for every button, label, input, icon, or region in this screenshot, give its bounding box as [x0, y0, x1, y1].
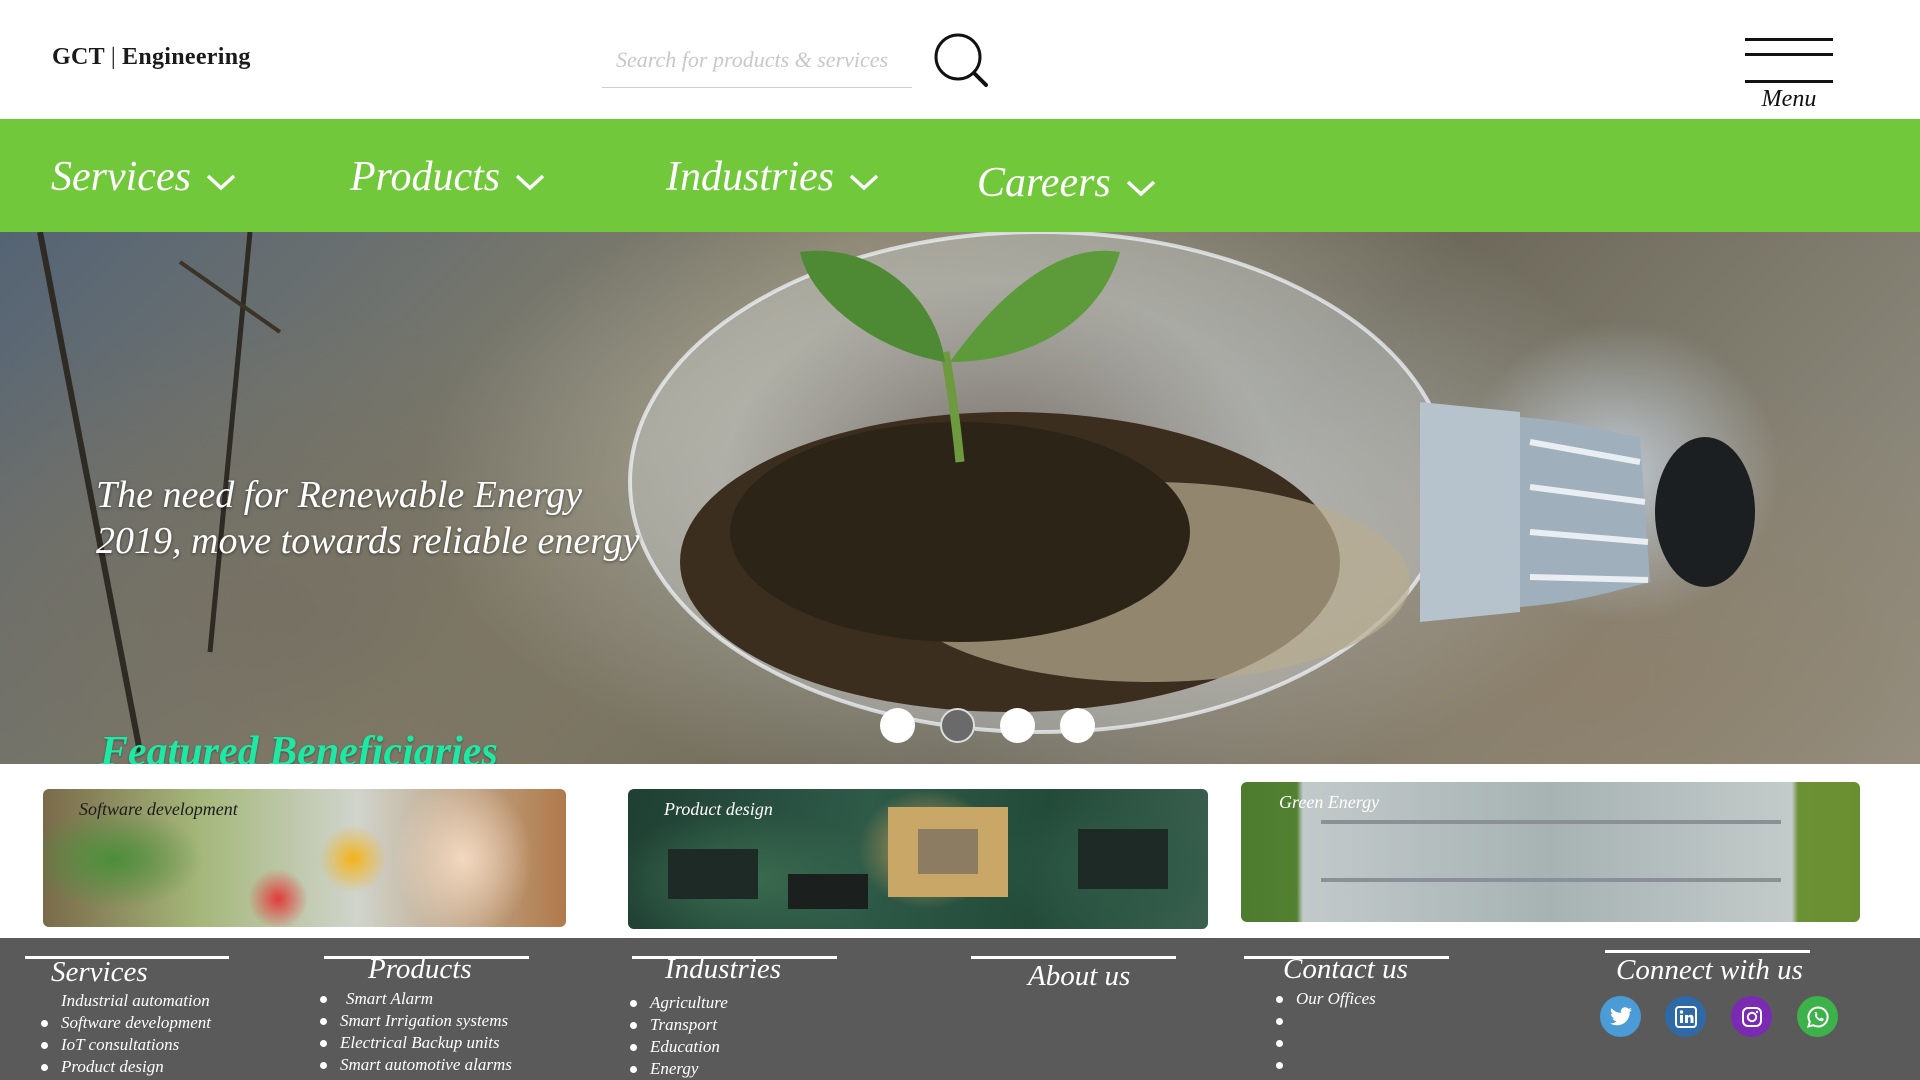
instagram-button[interactable]: [1731, 996, 1772, 1037]
logo-text-gct: GCT: [52, 44, 105, 70]
carousel-dot-1[interactable]: [880, 708, 915, 743]
footer-heading-about[interactable]: About us: [1028, 960, 1130, 993]
chevron-down-icon: [515, 174, 545, 191]
footer-link[interactable]: Energy: [630, 1058, 728, 1080]
chevron-down-icon: [1126, 180, 1155, 197]
footer-link[interactable]: Smart Alarm: [320, 988, 512, 1010]
footer-link[interactable]: Transport: [630, 1014, 728, 1036]
nav-item-products[interactable]: Products: [350, 153, 546, 201]
search-input[interactable]: [602, 38, 912, 82]
nav-item-label: Careers: [977, 160, 1111, 206]
linkedin-button[interactable]: [1665, 996, 1706, 1037]
footer-heading-industries[interactable]: Industries: [665, 953, 781, 986]
footer-link[interactable]: Product design: [41, 1056, 211, 1078]
site-logo[interactable]: GCT | Engineering: [52, 44, 251, 71]
footer-contact-list: Our Offices: [1276, 988, 1376, 1010]
search-icon: [934, 33, 988, 87]
page: GCT|Engineering Menu Services Products: [0, 0, 1920, 1080]
hero-headline: The need for Renewable Energy 2019, move…: [96, 472, 640, 564]
featured-beneficiaries-title: Featured Beneficiaries: [100, 729, 498, 764]
footer-link[interactable]: Agriculture: [630, 992, 728, 1014]
footer-link[interactable]: Education: [630, 1036, 728, 1058]
footer-heading-products[interactable]: Products: [368, 953, 472, 986]
site-footer: Services Industrial automation Software …: [0, 938, 1920, 1080]
footer-link[interactable]: Electrical Backup units: [320, 1032, 512, 1054]
footer-link[interactable]: Our Offices: [1276, 988, 1376, 1010]
search-box: [602, 38, 912, 88]
empty-bullet: [1276, 1018, 1283, 1025]
footer-link[interactable]: Industrial automation: [61, 990, 211, 1012]
footer-heading-connect: Connect with us: [1616, 954, 1803, 986]
card-label: Green Energy: [1279, 792, 1380, 812]
footer-divider: [971, 956, 1176, 959]
footer-link[interactable]: Smart Irrigation systems: [320, 1010, 512, 1032]
chevron-down-icon: [849, 174, 879, 191]
card-label: Software development: [79, 799, 238, 819]
linkedin-icon: [1674, 1005, 1697, 1028]
logo-text-engineering: Engineering: [122, 44, 251, 70]
card-software-development[interactable]: Software development: [43, 789, 566, 927]
footer-link[interactable]: IoT consultations: [41, 1034, 211, 1056]
twitter-button[interactable]: [1600, 996, 1641, 1037]
hero-line-2: 2019, move towards reliable energy: [96, 520, 640, 562]
hero-banner: The need for Renewable Energy 2019, move…: [0, 232, 1920, 764]
twitter-icon: [1609, 1006, 1632, 1025]
nav-item-label: Services: [51, 154, 191, 200]
greenhouse-ridge: [1321, 878, 1781, 882]
nav-item-label: Products: [350, 154, 501, 200]
menu-button[interactable]: Menu: [1745, 36, 1833, 116]
whatsapp-icon: [1806, 1005, 1829, 1028]
footer-divider: [1605, 950, 1810, 953]
nav-item-label: Industries: [666, 154, 834, 200]
empty-bullet: [1276, 1062, 1283, 1069]
footer-services-list: Industrial automation Software developme…: [41, 990, 211, 1078]
footer-heading-contact[interactable]: Contact us: [1283, 953, 1408, 986]
site-header: GCT|Engineering Menu: [0, 0, 1920, 119]
main-nav: Services Products Industries Careers: [0, 119, 1920, 232]
footer-heading-services[interactable]: Services: [51, 956, 148, 989]
instagram-icon: [1741, 1006, 1762, 1027]
empty-bullet: [1276, 1040, 1283, 1047]
hero-line-1: The need for Renewable Energy: [96, 474, 583, 516]
hamburger-icon-line-top: [1745, 38, 1833, 41]
greenhouse-ridge: [1321, 820, 1781, 824]
footer-contact-empty-bullets: [1276, 1018, 1283, 1080]
card-product-design[interactable]: Product design: [628, 789, 1208, 929]
hamburger-icon-line-middle: [1745, 53, 1833, 56]
nav-item-industries[interactable]: Industries: [666, 153, 880, 201]
footer-products-list: Smart Alarm Smart Irrigation systems Ele…: [320, 988, 512, 1076]
carousel-dot-4[interactable]: [1060, 708, 1095, 743]
footer-link[interactable]: Software development: [41, 1012, 211, 1034]
card-green-energy[interactable]: Green Energy: [1241, 782, 1860, 922]
nav-item-careers[interactable]: Careers: [977, 159, 1157, 207]
carousel-dot-3[interactable]: [1000, 708, 1035, 743]
chevron-down-icon: [206, 174, 236, 191]
footer-link[interactable]: Smart automotive alarms: [320, 1054, 512, 1076]
whatsapp-button[interactable]: [1797, 996, 1838, 1037]
nav-item-services[interactable]: Services: [51, 153, 237, 201]
hamburger-icon-line-bottom: [1745, 80, 1833, 83]
carousel-dot-2[interactable]: [940, 708, 975, 743]
logo-separator: |: [110, 44, 117, 70]
card-label: Product design: [664, 799, 773, 819]
search-button[interactable]: [930, 30, 990, 90]
footer-industries-list: Agriculture Transport Education Energy: [630, 992, 728, 1080]
menu-label: Menu: [1761, 86, 1817, 112]
carousel-dots: [880, 708, 1095, 743]
